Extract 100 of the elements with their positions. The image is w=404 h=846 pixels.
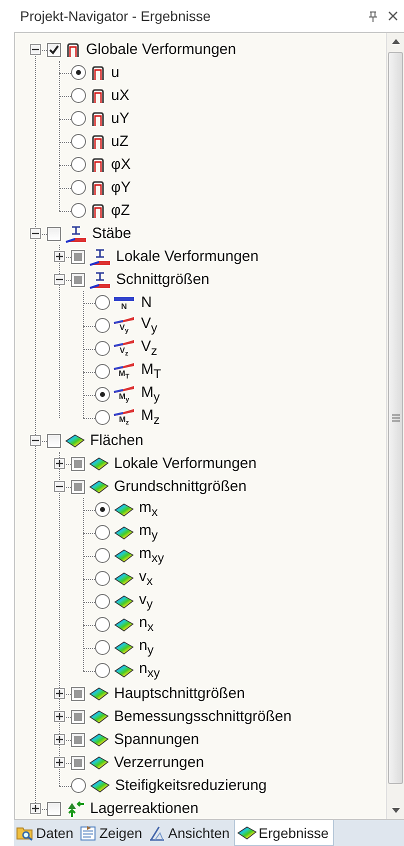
expand-button[interactable]	[54, 757, 64, 768]
deformation-icon	[90, 134, 106, 150]
checkbox[interactable]	[71, 732, 85, 746]
tree-item-label[interactable]: Spannungen	[114, 728, 200, 750]
radio-button[interactable]	[71, 88, 86, 103]
expand-button[interactable]	[54, 688, 64, 699]
scroll-up-icon[interactable]	[392, 39, 400, 44]
tree-item-label[interactable]: Grundschnittgrößen	[114, 476, 247, 498]
checkbox[interactable]	[47, 42, 61, 56]
radio-button[interactable]	[95, 341, 110, 356]
tree-item-label[interactable]: Steifigkeitsreduzierung	[115, 774, 267, 796]
tree-item-label[interactable]: m$_{x}$	[139, 496, 158, 522]
radio-button[interactable]	[95, 525, 110, 540]
checkbox[interactable]	[71, 756, 85, 770]
checkbox[interactable]	[47, 226, 61, 240]
tree-item-label[interactable]: M$_{T}$	[141, 358, 162, 384]
tree-item-label[interactable]: u	[111, 62, 120, 84]
collapse-button[interactable]	[54, 481, 64, 492]
tree-item-label[interactable]: v$_{y}$	[139, 588, 153, 614]
tree-item-label[interactable]: m$_{y}$	[139, 520, 158, 546]
radio-button[interactable]	[95, 548, 110, 563]
collapse-button[interactable]	[30, 435, 40, 446]
surface-icon	[89, 756, 109, 770]
tree-item-label[interactable]: N	[141, 292, 152, 314]
checkbox[interactable]	[47, 802, 61, 816]
checkbox[interactable]	[71, 710, 85, 724]
tree-item-label[interactable]: uY	[111, 108, 130, 130]
collapse-button[interactable]	[30, 228, 40, 239]
pin-icon[interactable]	[368, 10, 378, 22]
radio-button[interactable]	[95, 410, 110, 425]
tree-item-label[interactable]: M$_{y}$	[141, 382, 160, 408]
radio-button[interactable]	[95, 318, 110, 333]
expand-button[interactable]	[54, 711, 64, 722]
radio-button[interactable]	[95, 364, 110, 379]
checkbox[interactable]	[71, 686, 85, 700]
tree-item-label[interactable]: n$_{x}$	[139, 612, 154, 638]
radio-button[interactable]	[71, 203, 86, 218]
radio-button[interactable]	[71, 180, 86, 195]
radio-button[interactable]	[95, 571, 110, 586]
radio-button[interactable]	[95, 502, 110, 517]
radio-button[interactable]	[95, 594, 110, 609]
scrollbar[interactable]	[386, 33, 404, 819]
tree-item-label[interactable]: m$_{xy}$	[139, 542, 164, 568]
deformation-icon	[90, 64, 106, 80]
radio-button[interactable]	[71, 134, 86, 149]
tree-item-label[interactable]: V$_{z}$	[141, 336, 158, 362]
tree-item-label[interactable]: Lokale Verformungen	[114, 452, 257, 474]
tree-item-label[interactable]: n$_{xy}$	[139, 658, 160, 684]
radio-button[interactable]	[95, 640, 110, 655]
tree-item-label[interactable]: Schnittgrößen	[116, 268, 210, 290]
tree-item-label[interactable]: Hauptschnittgrößen	[114, 682, 245, 704]
tree-item-label[interactable]: Lagerreaktionen	[90, 798, 198, 820]
deformation-icon	[90, 110, 106, 126]
radio-button[interactable]	[95, 617, 110, 632]
tree-item-label[interactable]: V$_{y}$	[141, 312, 158, 338]
tree-item-label[interactable]: Flächen	[90, 430, 144, 452]
expand-button[interactable]	[54, 458, 64, 469]
tree-item-label[interactable]: φZ	[111, 200, 130, 222]
scroll-thumb[interactable]	[388, 52, 403, 784]
tree-item-label[interactable]: φY	[111, 176, 131, 198]
tree-item-label[interactable]: Stäbe	[92, 222, 132, 244]
collapse-button[interactable]	[54, 274, 64, 285]
collapse-button[interactable]	[30, 44, 40, 55]
expand-button[interactable]	[54, 251, 64, 262]
checkbox[interactable]	[71, 480, 85, 494]
surface-icon	[114, 664, 134, 678]
expand-button[interactable]	[30, 803, 40, 814]
tree-item-label[interactable]: Verzerrungen	[114, 752, 204, 774]
radio-button[interactable]	[71, 65, 86, 80]
checkbox[interactable]	[71, 272, 85, 286]
radio-button[interactable]	[71, 157, 86, 172]
tree-item-label[interactable]: Lokale Verformungen	[116, 246, 259, 268]
surface-icon	[89, 456, 109, 470]
surface-icon	[114, 594, 134, 608]
tab[interactable]: Ergebnisse	[234, 820, 334, 846]
tree-item-label[interactable]: uZ	[111, 130, 129, 152]
tab[interactable]: Daten	[14, 820, 78, 846]
radio-button[interactable]	[95, 663, 110, 678]
radio-button[interactable]	[71, 778, 86, 793]
checkbox[interactable]	[71, 250, 85, 264]
radio-button[interactable]	[95, 295, 110, 310]
radio-button[interactable]	[71, 111, 86, 126]
expand-button[interactable]	[54, 734, 64, 745]
tree-item-label[interactable]: Globale Verformungen	[86, 38, 236, 60]
checkbox[interactable]	[71, 456, 85, 470]
tree-item-label[interactable]: Bemessungsschnittgrößen	[114, 706, 292, 728]
tree-item-label[interactable]: n$_{y}$	[139, 634, 154, 660]
document-icon	[79, 825, 98, 841]
close-icon[interactable]	[388, 11, 398, 21]
radio-button[interactable]	[95, 387, 110, 402]
tab[interactable]: Ansichten	[146, 820, 234, 846]
scroll-down-icon[interactable]	[392, 808, 400, 813]
tab[interactable]: Zeigen	[77, 820, 146, 846]
tree-item-label[interactable]: v$_{x}$	[139, 566, 153, 592]
checkbox[interactable]	[47, 434, 61, 448]
checkmark-icon	[48, 44, 60, 56]
tree-item-label[interactable]: M$_{z}$	[141, 404, 160, 430]
tree-item-label[interactable]: uX	[111, 84, 130, 106]
deformation-icon	[90, 156, 106, 172]
tree-item-label[interactable]: φX	[111, 154, 131, 176]
